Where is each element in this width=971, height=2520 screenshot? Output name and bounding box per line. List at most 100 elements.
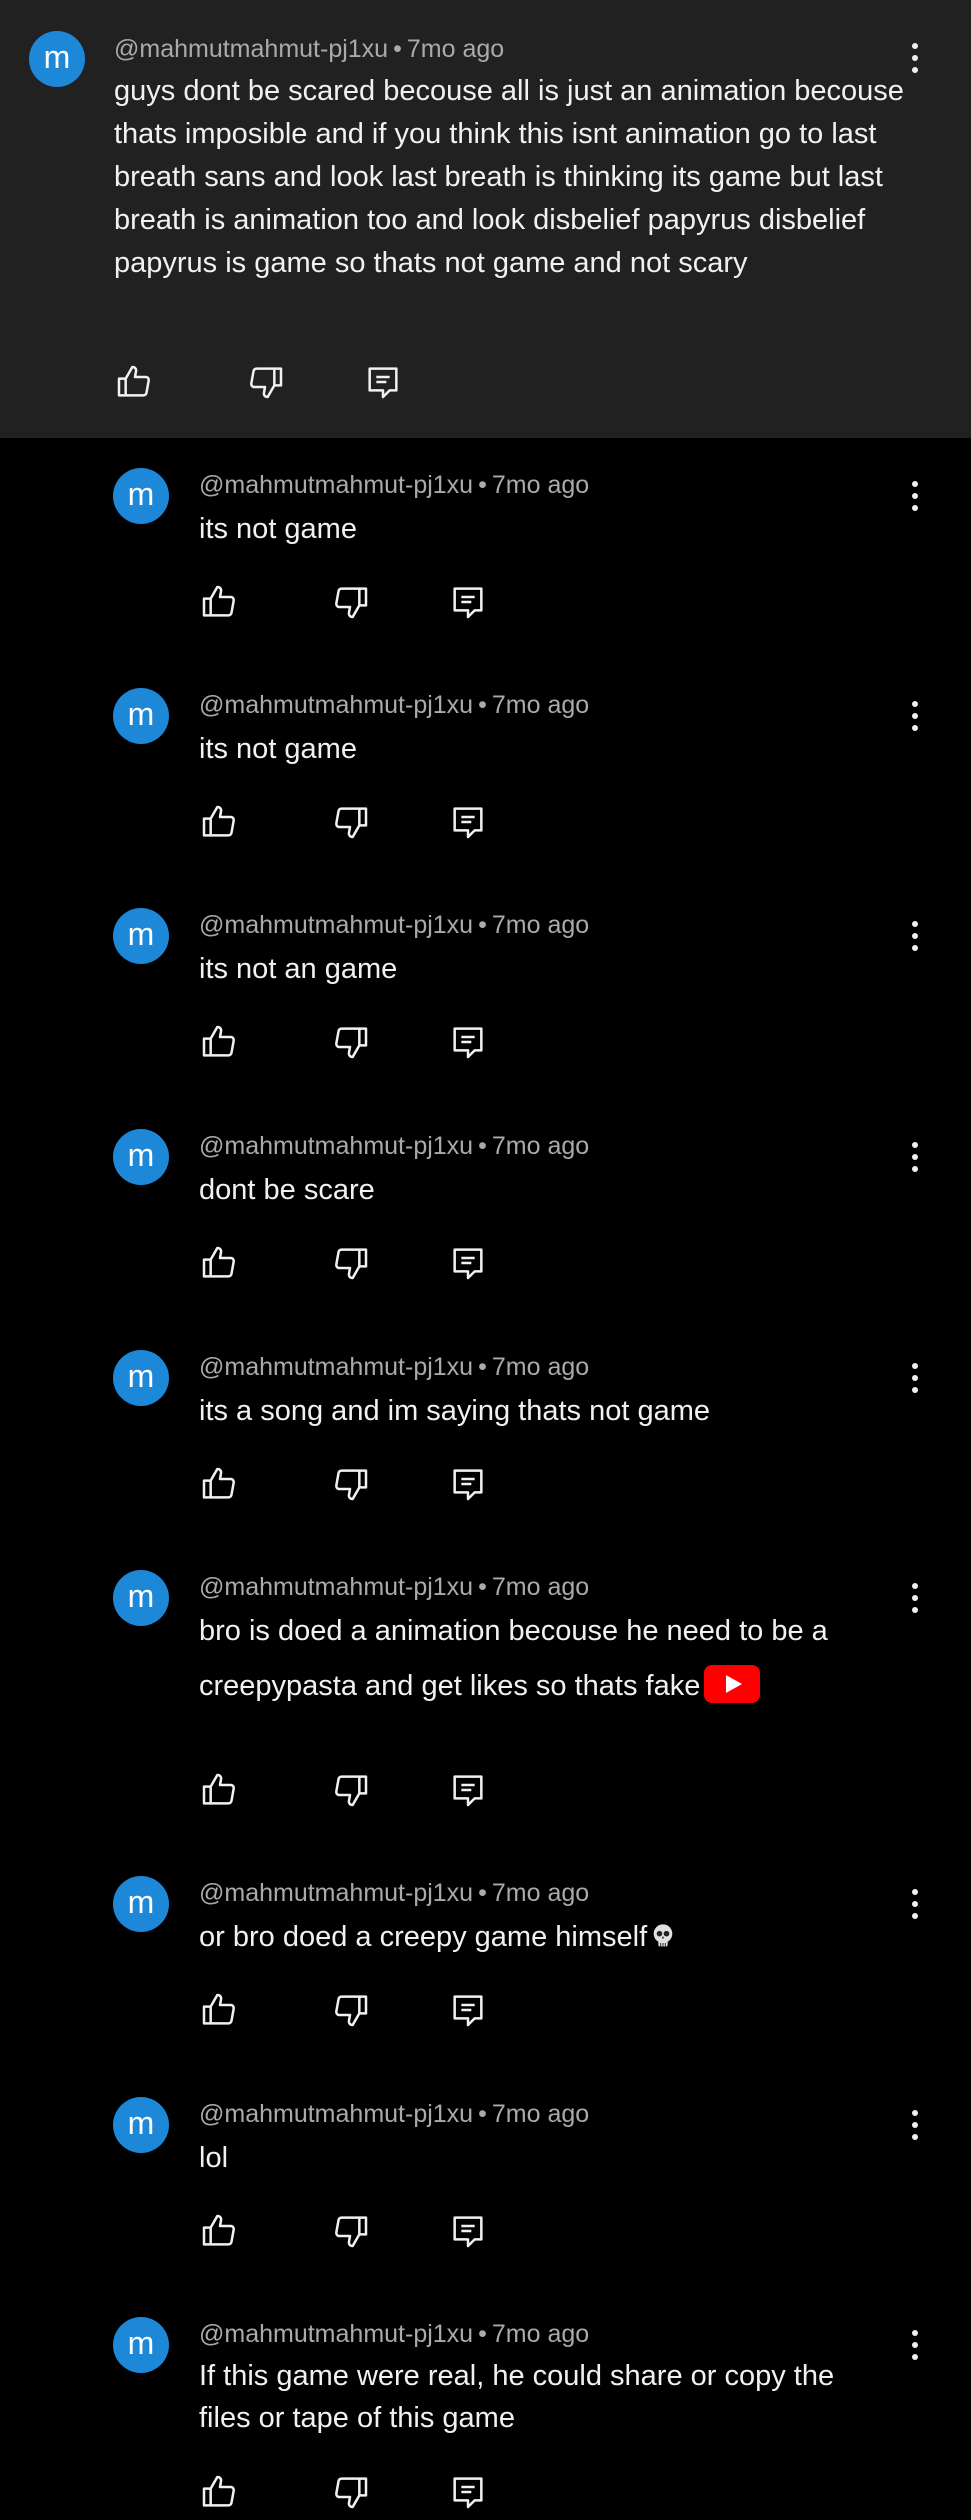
like-button[interactable]: [199, 582, 239, 622]
dislike-icon: [335, 2477, 368, 2509]
reply-icon: [453, 1995, 483, 2027]
more-options-button[interactable]: [900, 38, 930, 78]
more-options-button[interactable]: [900, 1137, 930, 1177]
like-button[interactable]: [199, 2211, 239, 2251]
meta-separator: •: [478, 1879, 487, 1907]
reply-button[interactable]: [448, 1990, 488, 2030]
reply-button[interactable]: [448, 1770, 488, 1810]
dislike-icon: [335, 807, 368, 839]
reply-icon: [453, 807, 483, 839]
dislike-button[interactable]: [331, 582, 371, 622]
avatar[interactable]: m: [113, 2097, 169, 2153]
reply-button[interactable]: [448, 2211, 488, 2251]
avatar[interactable]: m: [29, 31, 85, 87]
like-button[interactable]: [199, 2472, 239, 2512]
like-button[interactable]: [199, 1770, 239, 1810]
more-vertical-icon: [912, 1583, 918, 1589]
more-vertical-icon: [912, 481, 918, 487]
author-handle[interactable]: @mahmutmahmut-pj1xu: [199, 2320, 473, 2348]
avatar[interactable]: m: [113, 1570, 169, 1626]
author-handle[interactable]: @mahmutmahmut-pj1xu: [199, 1132, 473, 1160]
timestamp[interactable]: 7mo ago: [492, 471, 589, 499]
like-icon: [202, 1993, 235, 2025]
more-options-button[interactable]: [900, 1358, 930, 1398]
reply-icon: [453, 1469, 483, 1501]
author-handle[interactable]: @mahmutmahmut-pj1xu: [199, 691, 473, 719]
like-button[interactable]: [199, 1022, 239, 1062]
reply-button[interactable]: [448, 802, 488, 842]
like-icon: [202, 1467, 235, 1499]
like-button[interactable]: [199, 1243, 239, 1283]
timestamp[interactable]: 7mo ago: [492, 1353, 589, 1381]
more-options-button[interactable]: [900, 2325, 930, 2365]
avatar[interactable]: m: [113, 1129, 169, 1185]
more-options-button[interactable]: [900, 916, 930, 956]
author-handle[interactable]: @mahmutmahmut-pj1xu: [114, 35, 388, 63]
more-options-button[interactable]: [900, 2105, 930, 2145]
meta-separator: •: [478, 1132, 487, 1160]
timestamp[interactable]: 7mo ago: [407, 35, 504, 63]
timestamp[interactable]: 7mo ago: [492, 1132, 589, 1160]
like-button[interactable]: [199, 1464, 239, 1504]
author-handle[interactable]: @mahmutmahmut-pj1xu: [199, 911, 473, 939]
dislike-button[interactable]: [246, 362, 286, 402]
reply-button[interactable]: [448, 582, 488, 622]
timestamp[interactable]: 7mo ago: [492, 691, 589, 719]
comment-meta: @mahmutmahmut-pj1xu • 7mo ago: [199, 910, 589, 940]
dislike-icon: [335, 1027, 368, 1059]
comment-meta: @mahmutmahmut-pj1xu • 7mo ago: [199, 470, 589, 500]
more-options-button[interactable]: [900, 696, 930, 736]
comment-meta: @mahmutmahmut-pj1xu • 7mo ago: [199, 1131, 589, 1161]
comment-text: or bro doed a creepy game himself: [199, 1916, 919, 1958]
dislike-button[interactable]: [331, 802, 371, 842]
timestamp[interactable]: 7mo ago: [492, 911, 589, 939]
like-button[interactable]: [114, 362, 154, 402]
timestamp[interactable]: 7mo ago: [492, 2100, 589, 2128]
avatar[interactable]: m: [113, 2317, 169, 2373]
author-handle[interactable]: @mahmutmahmut-pj1xu: [199, 2100, 473, 2128]
author-handle[interactable]: @mahmutmahmut-pj1xu: [199, 1353, 473, 1381]
reply-button[interactable]: [363, 362, 403, 402]
dislike-icon: [335, 1469, 368, 1501]
like-button[interactable]: [199, 802, 239, 842]
more-options-button[interactable]: [900, 1578, 930, 1618]
dislike-button[interactable]: [331, 1770, 371, 1810]
timestamp[interactable]: 7mo ago: [492, 2320, 589, 2348]
avatar[interactable]: m: [113, 908, 169, 964]
reply-button[interactable]: [448, 1022, 488, 1062]
more-vertical-icon: [912, 43, 918, 49]
avatar[interactable]: m: [113, 1350, 169, 1406]
timestamp[interactable]: 7mo ago: [492, 1879, 589, 1907]
avatar[interactable]: m: [113, 1876, 169, 1932]
avatar[interactable]: m: [113, 468, 169, 524]
dislike-button[interactable]: [331, 1243, 371, 1283]
comment-text: its not an game: [199, 953, 398, 985]
dislike-button[interactable]: [331, 1990, 371, 2030]
dislike-button[interactable]: [331, 1022, 371, 1062]
more-vertical-icon: [912, 1363, 918, 1369]
avatar[interactable]: m: [113, 688, 169, 744]
author-handle[interactable]: @mahmutmahmut-pj1xu: [199, 471, 473, 499]
reply-icon: [368, 367, 398, 399]
dislike-button[interactable]: [331, 2211, 371, 2251]
dislike-button[interactable]: [331, 2472, 371, 2512]
reply-button[interactable]: [448, 1464, 488, 1504]
more-options-button[interactable]: [900, 476, 930, 516]
reply-icon: [453, 1775, 483, 1807]
more-vertical-icon: [912, 1889, 918, 1895]
more-vertical-icon: [912, 2330, 918, 2336]
reply-icon: [453, 2216, 483, 2248]
reply-button[interactable]: [448, 1243, 488, 1283]
more-options-button[interactable]: [900, 1884, 930, 1924]
dislike-icon: [335, 587, 368, 619]
like-button[interactable]: [199, 1990, 239, 2030]
author-handle[interactable]: @mahmutmahmut-pj1xu: [199, 1573, 473, 1601]
author-handle[interactable]: @mahmutmahmut-pj1xu: [199, 1879, 473, 1907]
dislike-icon: [335, 2216, 368, 2248]
dislike-button[interactable]: [331, 1464, 371, 1504]
reply-button[interactable]: [448, 2472, 488, 2512]
timestamp[interactable]: 7mo ago: [492, 1573, 589, 1601]
comment-text: lol: [199, 2142, 229, 2174]
parent-comment: m @mahmutmahmut-pj1xu • 7mo ago guys dont …: [0, 0, 971, 438]
reply-icon: [453, 1248, 483, 1280]
